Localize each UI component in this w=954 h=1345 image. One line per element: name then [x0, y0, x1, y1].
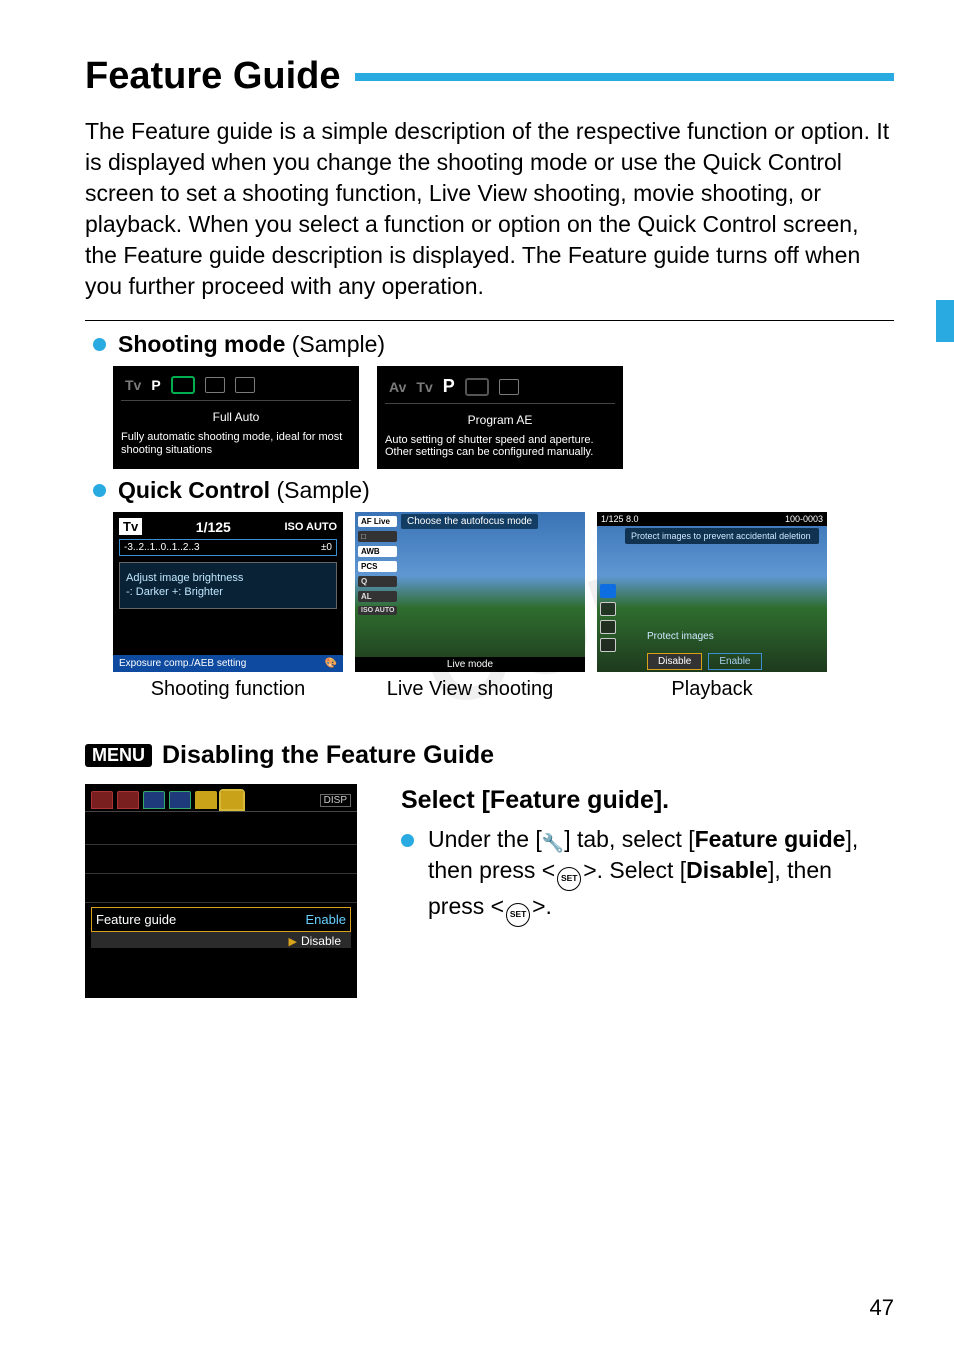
qc1-scale: -3..2..1..0..1..2..3	[124, 542, 200, 553]
menu-tab-setup1[interactable]	[195, 791, 217, 809]
quick-control-heading: Quick Control (Sample)	[93, 477, 894, 504]
qc3-caption: Playback	[597, 678, 827, 701]
intro-text: The Feature guide is a simple descriptio…	[85, 116, 894, 302]
qc3-top-right: 100-0003	[785, 514, 823, 524]
qc3-top-left: 1/125 8.0	[601, 514, 639, 524]
qc1-shutter: 1/125	[196, 519, 231, 535]
lcd-left-title: Full Auto	[121, 411, 351, 425]
mode-av-icon: Av	[389, 379, 406, 395]
shooting-mode-lcd-right: Av Tv P Program AE Auto setting of shutt…	[377, 366, 623, 469]
bullet-icon	[93, 484, 106, 497]
mode-p-icon: P	[151, 377, 160, 393]
set-icon: SET	[557, 867, 581, 891]
page-number: 47	[870, 1295, 894, 1321]
qc2-bottom: Live mode	[355, 657, 585, 672]
menu-lcd: DISP Feature guide Enable ▶ Disable	[85, 784, 357, 998]
qc3-enable-button[interactable]: Enable	[708, 653, 761, 670]
iso-auto-icon: ISO AUTO	[358, 606, 397, 615]
qc-playback-lcd: 1/125 8.0 100-0003 Protect images to pre…	[597, 512, 827, 672]
disp-badge: DISP	[320, 794, 351, 807]
pcs-icon: PCS	[358, 561, 397, 572]
palette-icon: 🎨	[325, 658, 337, 669]
section-tab	[936, 300, 954, 342]
qc3-label: Protect images	[647, 631, 714, 642]
menu-heading: Disabling the Feature Guide	[162, 741, 494, 770]
shooting-mode-lcd-left: Tv P Full Auto Fully automatic shooting …	[113, 366, 359, 469]
lcd-left-desc: Fully automatic shooting mode, ideal for…	[121, 431, 351, 456]
af-live-icon: AF Live	[358, 516, 397, 527]
qc1-iso: ISO AUTO	[284, 521, 337, 533]
q-icon: Q	[358, 576, 397, 587]
set-icon: SET	[506, 903, 530, 927]
lcd-right-desc: Auto setting of shutter speed and apertu…	[385, 434, 615, 459]
menu-tab-shoot2[interactable]	[117, 791, 139, 809]
menu-blank-row	[85, 816, 357, 845]
rating-icon	[600, 620, 616, 634]
feature-guide-disable-label: Disable	[301, 934, 341, 948]
flash-off-icon-2	[499, 379, 519, 395]
bullet-icon	[401, 834, 414, 847]
feature-guide-row[interactable]: Feature guide Enable	[91, 907, 351, 932]
mode-p2-icon: P	[443, 376, 455, 397]
menu-blank-row	[85, 948, 357, 976]
menu-badge: MENU	[85, 744, 152, 767]
menu-tab-play1[interactable]	[143, 791, 165, 809]
auto-icon-dim	[465, 378, 489, 396]
menu-blank-row	[85, 874, 357, 903]
instruction-title: Select [Feature guide].	[401, 784, 894, 818]
full-auto-icon	[171, 376, 195, 394]
mode-tv-icon: Tv	[125, 377, 141, 393]
page-title: Feature Guide	[85, 55, 341, 98]
section-divider	[85, 320, 894, 321]
triangle-icon: ▶	[289, 935, 297, 948]
menu-blank-row	[85, 845, 357, 874]
shooting-mode-label: Shooting mode	[118, 331, 285, 357]
ca-icon	[235, 377, 255, 393]
qc1-help: Adjust image brightness -: Darker +: Bri…	[119, 562, 337, 609]
feature-guide-row-value: Enable	[306, 912, 346, 927]
lcd-right-title: Program AE	[385, 414, 615, 428]
quick-control-label: Quick Control	[118, 477, 270, 503]
qc2-caption: Live View shooting	[355, 678, 585, 701]
feature-guide-row-label: Feature guide	[96, 912, 176, 927]
filter-icon	[600, 638, 616, 652]
menu-tab-shoot1[interactable]	[91, 791, 113, 809]
qc1-tv-label: Tv	[119, 518, 142, 535]
instruction-body: Under the [🔧] tab, select [Feature guide…	[428, 824, 894, 927]
feature-guide-disable-row[interactable]: ▶ Disable	[91, 932, 351, 948]
al-icon: AL	[358, 591, 397, 602]
awb-icon: AWB	[358, 546, 397, 557]
mode-tv2-icon: Tv	[416, 379, 432, 395]
qc3-disable-button[interactable]: Disable	[647, 653, 702, 670]
wrench-icon: 🔧	[542, 831, 564, 855]
flash-off-icon	[205, 377, 225, 393]
qc2-tooltip: Choose the autofocus mode	[401, 514, 538, 529]
menu-tab-play2[interactable]	[169, 791, 191, 809]
shooting-mode-sample: (Sample)	[285, 331, 385, 357]
qc-liveview-lcd: Choose the autofocus mode AF Live □ AWB …	[355, 512, 585, 672]
qc1-caption: Shooting function	[113, 678, 343, 701]
qc-shooting-lcd: Tv 1/125 ISO AUTO -3..2..1..0..1..2..3 ±…	[113, 512, 343, 672]
menu-tab-setup2-active[interactable]	[221, 791, 243, 809]
rotate-icon	[600, 602, 616, 616]
bullet-icon	[93, 338, 106, 351]
quick-control-sample: (Sample)	[270, 477, 370, 503]
protect-on-icon	[600, 584, 616, 598]
title-rule	[355, 73, 895, 81]
box-icon: □	[358, 531, 397, 542]
qc1-bottom-label: Exposure comp./AEB setting	[119, 658, 246, 669]
shooting-mode-heading: Shooting mode (Sample)	[93, 331, 894, 358]
qc1-ev: ±0	[321, 542, 332, 553]
qc3-tip: Protect images to prevent accidental del…	[625, 528, 819, 544]
